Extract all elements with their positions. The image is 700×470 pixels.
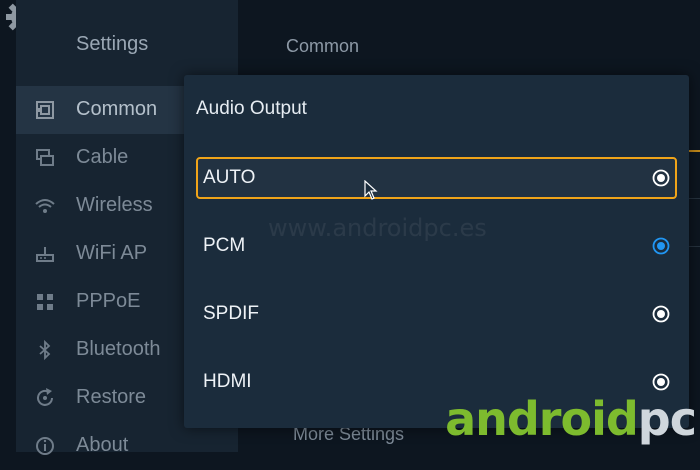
sidebar-item-label: PPPoE <box>76 290 141 312</box>
wifi-ap-icon <box>36 247 54 262</box>
mouse-cursor-icon <box>364 180 378 200</box>
sidebar-item-label: Cable <box>76 146 129 168</box>
logo-part-pc: pc <box>637 392 697 446</box>
option-auto[interactable]: AUTO <box>196 157 677 199</box>
audio-output-dialog: Audio Output AUTO PCM SPDIF HDMI <box>184 75 689 428</box>
cable-icon <box>36 149 54 166</box>
androidpc-logo: androidpc <box>445 392 697 446</box>
sidebar-item-label: About <box>76 434 129 456</box>
option-label: AUTO <box>203 167 256 188</box>
settings-title: Settings <box>76 33 149 55</box>
dialog-title: Audio Output <box>196 98 307 119</box>
bluetooth-icon <box>39 339 51 361</box>
option-label: SPDIF <box>203 303 259 324</box>
sidebar-item-label: Wireless <box>76 194 153 216</box>
wireless-icon <box>35 199 55 213</box>
logo-part-android: android <box>445 392 639 446</box>
option-label: HDMI <box>203 371 252 392</box>
sidebar-item-label: Restore <box>76 386 147 408</box>
radio-unselected-icon[interactable] <box>652 305 670 323</box>
option-spdif[interactable]: SPDIF <box>196 293 677 335</box>
option-label: PCM <box>203 235 246 256</box>
row-accent <box>688 150 700 152</box>
sidebar-item-label: Common <box>76 98 158 120</box>
radio-selected-icon[interactable] <box>652 237 670 255</box>
radio-unselected-icon[interactable] <box>652 169 670 187</box>
common-icon <box>36 101 54 119</box>
sidebar-item-label: Bluetooth <box>76 338 161 360</box>
sidebar-item-label: WiFi AP <box>76 242 148 264</box>
radio-unselected-icon[interactable] <box>652 373 670 391</box>
about-icon <box>36 437 54 455</box>
pppoe-icon <box>37 294 53 310</box>
restore-icon <box>37 388 53 406</box>
main-title: Common <box>286 36 360 56</box>
watermark-text: www.androidpc.es <box>268 214 487 242</box>
sidebar-item-about[interactable]: About <box>16 422 238 470</box>
